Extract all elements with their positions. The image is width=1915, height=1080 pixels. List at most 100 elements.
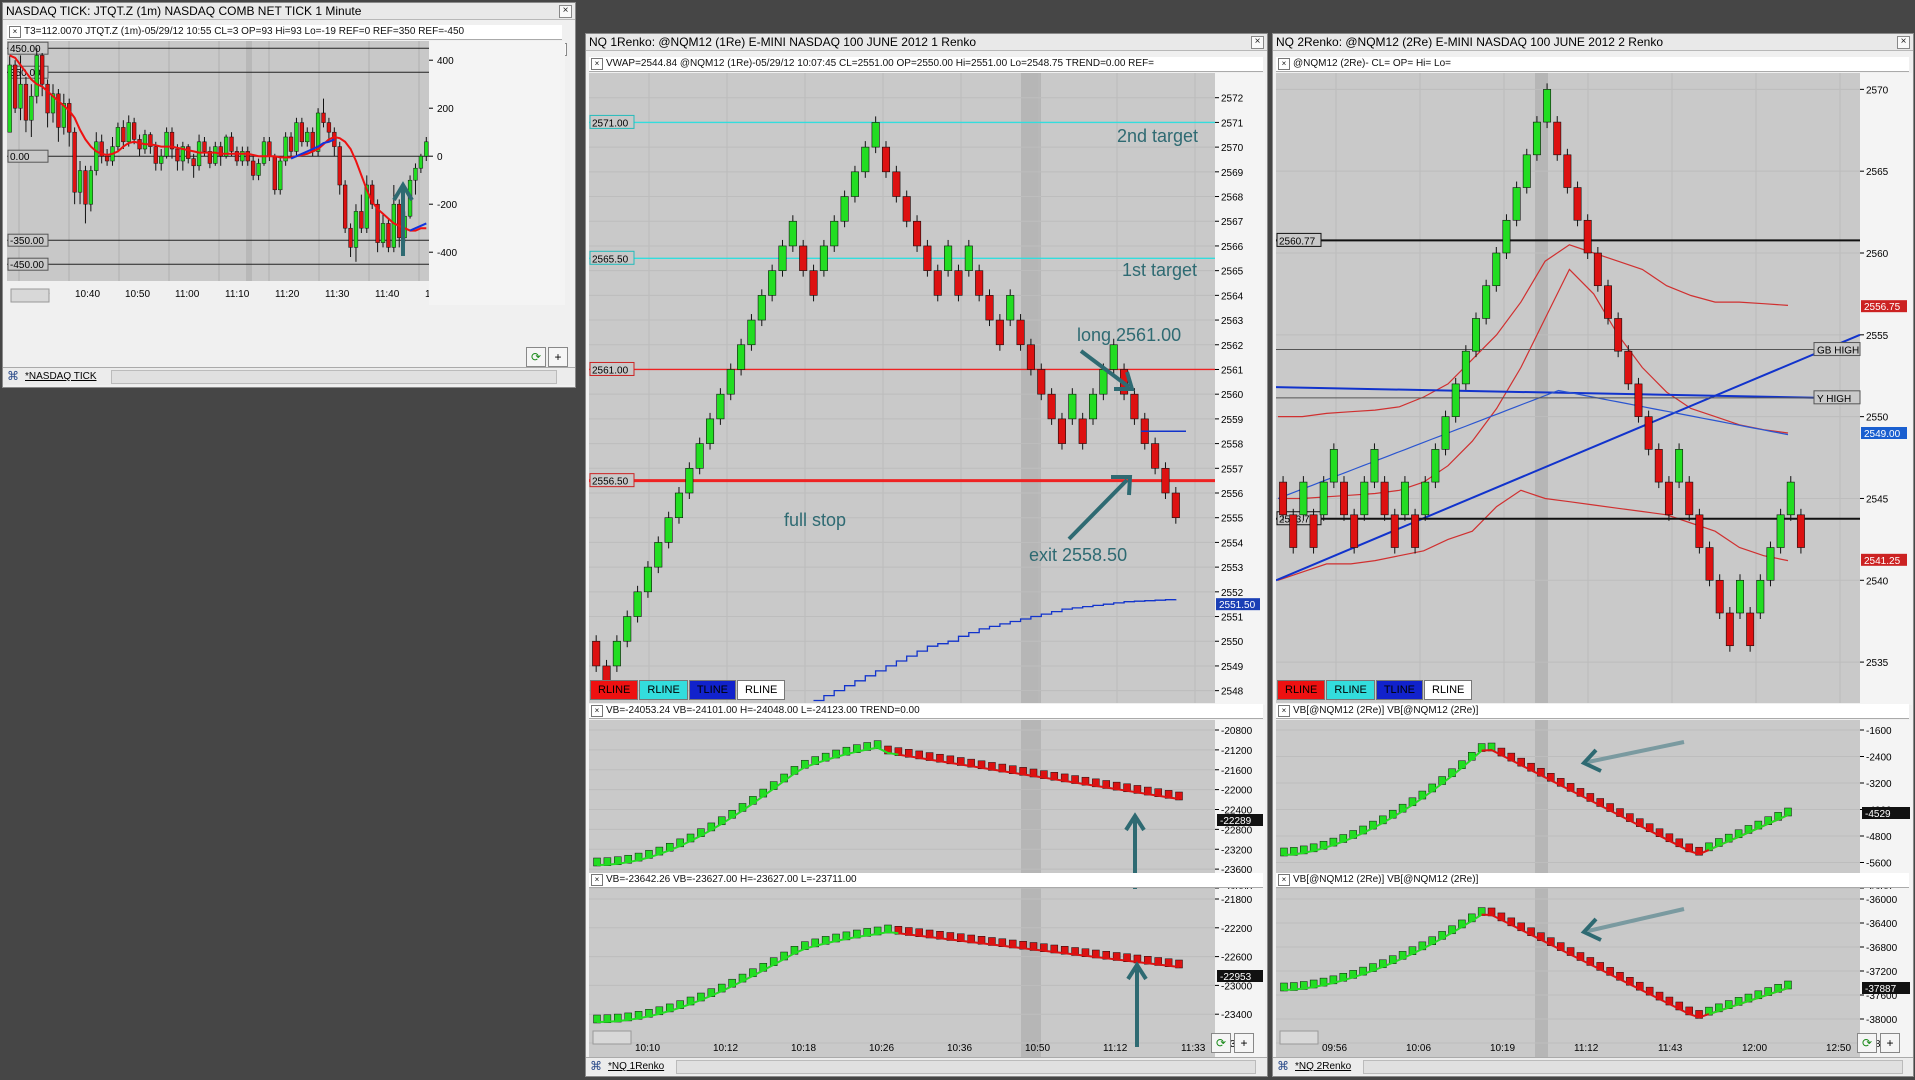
y-tick-label: -22200 bbox=[1221, 924, 1253, 935]
renko2-tab-bar: ⌘ *NQ 2Renko bbox=[1273, 1057, 1913, 1075]
candle bbox=[380, 223, 386, 243]
renko1-price-chart[interactable]: 2572 2571 2570 2569 2568 2567 2566 2565 2564 2563… bbox=[589, 73, 1265, 737]
y-tick-label: 2554 bbox=[1221, 538, 1244, 549]
renko1-window-title: NQ 1Renko: @NQM12 (1Re) E-MINI NASDAQ 10… bbox=[586, 34, 1267, 51]
renko1-chart-header: × VWAP=2544.84 @NQM12 (1Re)-05/29/12 10:0… bbox=[589, 57, 1263, 72]
price-label: 2556.75 bbox=[1864, 302, 1901, 313]
renko-brick bbox=[1380, 481, 1389, 516]
renko-brick bbox=[1299, 481, 1308, 516]
rline-button-white[interactable]: RLINE bbox=[1424, 680, 1473, 700]
renko-brick bbox=[871, 122, 880, 148]
close-icon[interactable]: × bbox=[591, 58, 603, 70]
renko-brick bbox=[1583, 219, 1592, 254]
x-tick-label: 10:06 bbox=[1406, 1043, 1431, 1054]
scroll-thumb bbox=[592, 1030, 632, 1045]
tline-button[interactable]: TLINE bbox=[688, 680, 736, 700]
refresh-icon[interactable]: ⟳ bbox=[1857, 1033, 1877, 1053]
close-icon[interactable]: × bbox=[9, 26, 21, 38]
tab-nq-1renko[interactable]: *NQ 1Renko bbox=[608, 1058, 664, 1075]
renko-brick bbox=[902, 196, 911, 222]
y-tick-label: 2552 bbox=[1221, 588, 1244, 599]
ref-line-label: 2571.00 bbox=[592, 118, 629, 129]
y-tick-label: -23400 bbox=[1221, 1010, 1253, 1021]
candle bbox=[294, 122, 299, 152]
renko-brick bbox=[1492, 252, 1501, 287]
tick-tab-bar: ⌘ *NASDAQ TICK bbox=[3, 367, 575, 385]
renko-brick bbox=[1563, 154, 1572, 188]
renko2-volume-chart-2[interactable]: -36000-36400-36800-37200-37600-38000-384… bbox=[1276, 889, 1912, 1057]
renko-brick bbox=[788, 220, 797, 247]
renko-brick bbox=[1715, 579, 1724, 614]
refresh-icon[interactable]: ⟳ bbox=[526, 347, 546, 367]
renko2-price-chart[interactable]: 2570 2565 2560 2555 2550 2545 2540 2535 2560.77 2… bbox=[1276, 73, 1912, 737]
y-tick-label: -37200 bbox=[1866, 967, 1898, 978]
renko-brick bbox=[1350, 514, 1359, 548]
renko-brick bbox=[1006, 295, 1015, 321]
renko-brick bbox=[654, 542, 663, 568]
close-icon[interactable]: × bbox=[1897, 36, 1910, 49]
tab-nasdaq-tick[interactable]: *NASDAQ TICK bbox=[25, 368, 97, 385]
renko-brick bbox=[633, 591, 642, 617]
horizontal-scrollbar[interactable] bbox=[1363, 1060, 1903, 1074]
y-tick-label: 2540 bbox=[1866, 576, 1889, 587]
renko-brick bbox=[1593, 252, 1602, 287]
refresh-icon[interactable]: ⟳ bbox=[1211, 1033, 1231, 1053]
renko-brick bbox=[861, 146, 870, 173]
renko-brick bbox=[1279, 481, 1288, 516]
y-tick-label: 2545 bbox=[1866, 494, 1889, 505]
tick-header-text: T3=112.0070 JTQT.Z (1m)-05/29/12 10:55 C… bbox=[24, 26, 465, 37]
horizontal-scrollbar[interactable] bbox=[111, 370, 557, 384]
candle bbox=[186, 146, 191, 159]
x-tick-label: 11:12 bbox=[1103, 1043, 1128, 1054]
renko-brick bbox=[1451, 383, 1460, 417]
candle bbox=[88, 170, 94, 205]
add-icon[interactable]: + bbox=[1234, 1033, 1254, 1053]
close-icon[interactable]: × bbox=[559, 5, 572, 18]
renko2-header-text: @NQM12 (2Re)- CL= OP= Hi= Lo= bbox=[1293, 58, 1451, 69]
horizontal-scrollbar[interactable] bbox=[676, 1060, 1256, 1074]
tline-button[interactable]: TLINE bbox=[1375, 680, 1423, 700]
tick-window: NASDAQ TICK: JTQT.Z (1m) NASDAQ COMB NET… bbox=[2, 2, 576, 388]
rline-button-red[interactable]: RLINE bbox=[590, 680, 639, 700]
candle bbox=[67, 103, 72, 133]
x-tick-label: 10:36 bbox=[947, 1043, 972, 1054]
candle bbox=[397, 203, 402, 239]
renko-brick bbox=[1654, 449, 1663, 483]
renko-brick bbox=[1695, 514, 1704, 548]
close-icon[interactable]: × bbox=[1278, 705, 1290, 717]
close-icon[interactable]: × bbox=[591, 874, 603, 886]
candle bbox=[424, 141, 429, 157]
y-tick-label: 2548 bbox=[1221, 687, 1244, 698]
plot-area bbox=[7, 41, 429, 281]
tab-nq-2renko[interactable]: *NQ 2Renko bbox=[1295, 1058, 1351, 1075]
y-tick-label: 2568 bbox=[1221, 193, 1244, 204]
tick-chart[interactable]: 05/2910:4010:5011:0011:1011:2011:3011:40… bbox=[7, 41, 565, 345]
renko-brick bbox=[778, 245, 787, 271]
add-icon[interactable]: + bbox=[548, 347, 568, 367]
renko-brick bbox=[1016, 319, 1025, 346]
close-icon[interactable]: × bbox=[1278, 58, 1290, 70]
plot-area bbox=[589, 889, 1215, 1057]
renko-brick bbox=[830, 220, 839, 247]
rline-button-red[interactable]: RLINE bbox=[1277, 680, 1326, 700]
renko2-window: NQ 2Renko: @NQM12 (2Re) E-MINI NASDAQ 10… bbox=[1272, 33, 1914, 1077]
x-tick-label: 11:30 bbox=[325, 289, 350, 300]
chart-tab-icon: ⌘ bbox=[590, 1059, 602, 1073]
close-icon[interactable]: × bbox=[1251, 36, 1264, 49]
y-tick-label: -36400 bbox=[1866, 919, 1898, 930]
rline-button-white[interactable]: RLINE bbox=[737, 680, 786, 700]
close-icon[interactable]: × bbox=[1278, 874, 1290, 886]
rline-button-cyan[interactable]: RLINE bbox=[639, 680, 688, 700]
close-icon[interactable]: × bbox=[591, 705, 603, 717]
renko-brick bbox=[923, 245, 932, 271]
x-tick-label: 10:18 bbox=[791, 1043, 816, 1054]
last-value-label: -22953 bbox=[1220, 972, 1252, 983]
renko1-volume-chart-2[interactable]: -21800-22200-22600-23000-23400-23800-229… bbox=[589, 889, 1265, 1057]
renko-brick bbox=[612, 640, 621, 667]
candle bbox=[45, 83, 50, 114]
rline-button-cyan[interactable]: RLINE bbox=[1326, 680, 1375, 700]
renko-brick bbox=[954, 270, 963, 296]
candle bbox=[72, 131, 77, 193]
renko-brick bbox=[892, 171, 901, 197]
add-icon[interactable]: + bbox=[1880, 1033, 1900, 1053]
